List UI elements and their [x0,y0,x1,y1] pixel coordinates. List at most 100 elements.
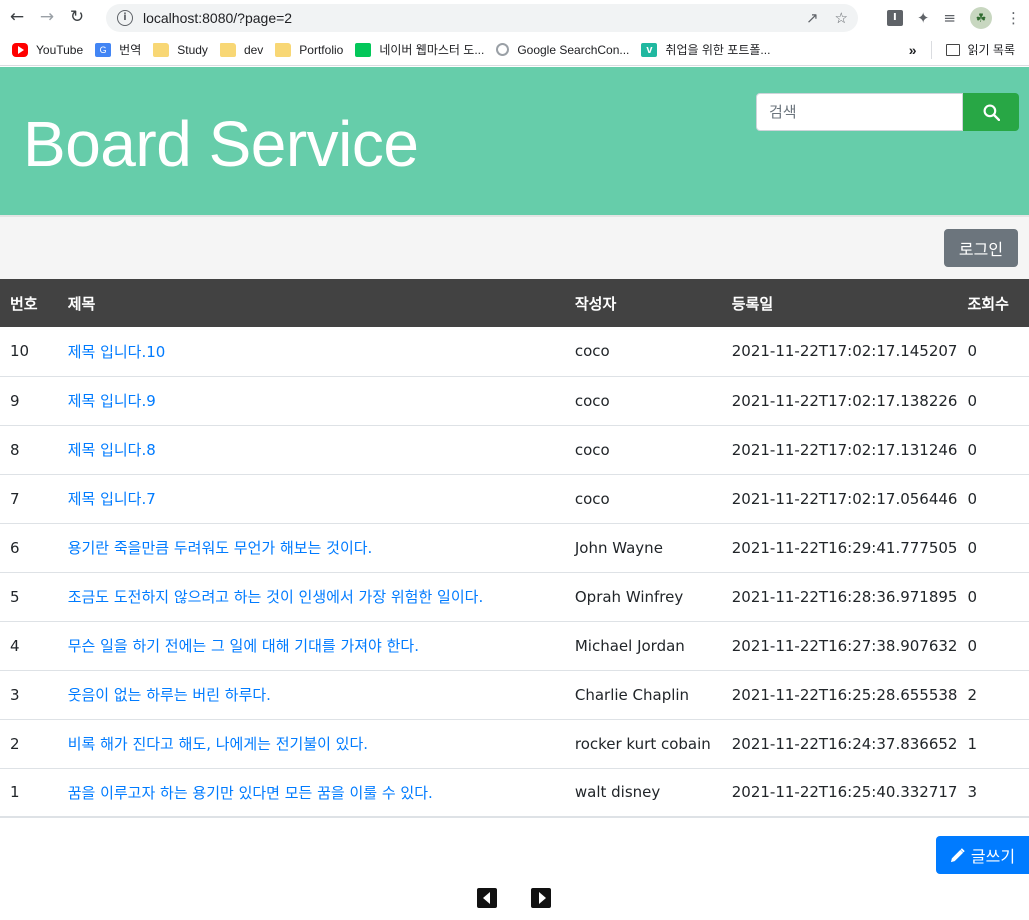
write-button[interactable]: 글쓰기 [936,836,1029,874]
extension-i-icon[interactable]: I [886,10,903,26]
bookmark-dev[interactable]: dev [219,42,263,57]
header-title: 제목 [67,294,96,313]
bookmarks-bar: YouTube G 번역 Study dev Portfolio 네이버 웹마스터… [0,34,1029,66]
cell-title: 제목 입니다.9 [58,376,565,425]
cell-views: 0 [967,342,978,361]
cell-date: 2021-11-22T17:02:17.145207 [731,342,958,361]
cell-number: 6 [10,538,20,557]
menu-kebab-icon[interactable]: ⋮ [1006,9,1021,27]
cell-date: 2021-11-22T17:02:17.056446 [731,489,958,508]
post-title-link[interactable]: 제목 입니다.10 [68,343,166,361]
cell-title: 무슨 일을 하기 전에는 그 일에 대해 기대를 가져야 한다. [58,621,565,670]
cell-author: Charlie Chaplin [574,685,690,704]
cell-number: 1 [10,783,20,802]
post-title-link[interactable]: 제목 입니다.8 [68,441,156,459]
browser-toolbar: ← → ↻ i localhost:8080/?page=2 ↗ ☆ I ✦ ≡… [0,0,1029,34]
table-header-row: 번호 제목 작성자 등록일 조회수 [0,279,1029,327]
folder-icon [219,42,236,57]
table-row: 10 제목 입니다.10 coco 2021-11-22T17:02:17.14… [0,327,1029,376]
reading-list-button[interactable]: 읽기 목록 [945,41,1015,58]
cell-author: coco [574,391,610,410]
more-bookmarks-button[interactable]: » [909,42,917,58]
post-title-link[interactable]: 꿈을 이루고자 하는 용기만 있다면 모든 꿈을 이룰 수 있다. [68,784,433,802]
cell-number: 8 [10,440,20,459]
bookmark-google-search-console[interactable]: Google SearchCon... [496,43,629,57]
site-info-icon[interactable]: i [117,10,133,26]
header-author: 작성자 [574,294,617,313]
post-title-link[interactable]: 제목 입니다.9 [68,392,156,410]
bookmark-translate[interactable]: G 번역 [95,41,141,58]
bookmark-portfolio-job[interactable]: v 취업을 위한 포트폴... [641,41,770,58]
login-button[interactable]: 로그인 [944,229,1018,267]
naver-icon [355,42,372,57]
page-title: Board Service [23,108,419,180]
cell-author: John Wayne [574,538,663,557]
table-row: 4 무슨 일을 하기 전에는 그 일에 대해 기대를 가져야 한다. Micha… [0,621,1029,670]
cell-date: 2021-11-22T16:24:37.836652 [731,734,958,753]
folder-icon [275,42,292,57]
table-row: 3 웃음이 없는 하루는 버린 하루다. Charlie Chaplin 202… [0,670,1029,719]
cell-title: 웃음이 없는 하루는 버린 하루다. [58,670,565,719]
post-title-link[interactable]: 제목 입니다.7 [68,490,156,508]
bookmark-star-icon[interactable]: ☆ [835,9,848,27]
pagination [477,888,551,908]
write-button-label: 글쓰기 [970,847,1016,866]
post-title-link[interactable]: 용기란 죽을만큼 두려워도 무언가 해보는 것이다. [68,539,373,557]
cell-title: 제목 입니다.8 [58,425,565,474]
cell-author: Michael Jordan [574,636,685,655]
bookmark-youtube[interactable]: YouTube [12,42,83,57]
cell-title: 조금도 도전하지 않으려고 하는 것이 인생에서 가장 위험한 일이다. [58,572,565,621]
prev-page-icon[interactable] [477,888,497,908]
search-input[interactable] [756,93,963,131]
cell-number: 2 [10,734,20,753]
browser-chrome: ← → ↻ i localhost:8080/?page=2 ↗ ☆ I ✦ ≡… [0,0,1029,66]
youtube-icon [12,42,28,57]
cell-number: 7 [10,489,20,508]
post-title-link[interactable]: 비록 해가 진다고 해도, 나에게는 전기불이 있다. [68,735,368,753]
table-row: 8 제목 입니다.8 coco 2021-11-22T17:02:17.1312… [0,425,1029,474]
cell-author: walt disney [574,783,661,802]
cell-number: 10 [10,342,30,361]
table-row: 7 제목 입니다.7 coco 2021-11-22T17:02:17.0564… [0,474,1029,523]
cell-author: rocker kurt cobain [574,734,711,753]
search-icon [983,104,1000,121]
post-title-link[interactable]: 무슨 일을 하기 전에는 그 일에 대해 기대를 가져야 한다. [68,637,419,655]
address-bar[interactable]: i localhost:8080/?page=2 ↗ ☆ [106,4,858,32]
cell-date: 2021-11-22T17:02:17.131246 [731,440,958,459]
vimeo-icon: v [641,42,658,57]
cell-author: coco [574,440,610,459]
reload-icon[interactable]: ↻ [64,4,90,30]
cell-number: 5 [10,587,20,606]
post-title-link[interactable]: 조금도 도전하지 않으려고 하는 것이 인생에서 가장 위험한 일이다. [68,588,484,606]
cell-views: 0 [967,391,978,410]
cell-views: 0 [967,440,978,459]
search-button[interactable] [963,93,1019,131]
table-row: 9 제목 입니다.9 coco 2021-11-22T17:02:17.1382… [0,376,1029,425]
cell-author: coco [574,489,610,508]
table-row: 1 꿈을 이루고자 하는 용기만 있다면 모든 꿈을 이룰 수 있다. walt… [0,768,1029,817]
profile-avatar[interactable]: ☘ [970,7,992,29]
post-title-link[interactable]: 웃음이 없는 하루는 버린 하루다. [68,686,271,704]
extensions-puzzle-icon[interactable]: ✦ [917,9,930,27]
cell-views: 1 [967,734,978,753]
cell-views: 0 [967,636,978,655]
back-icon[interactable]: ← [4,4,30,30]
next-page-icon[interactable] [531,888,551,908]
cell-author: Oprah Winfrey [574,587,684,606]
cell-views: 0 [967,587,978,606]
share-icon[interactable]: ↗ [806,9,819,27]
pencil-icon [950,847,965,862]
cell-number: 3 [10,685,20,704]
cell-date: 2021-11-22T16:28:36.971895 [731,587,958,606]
forward-icon[interactable]: → [34,4,60,30]
address-url[interactable]: localhost:8080/?page=2 [143,10,292,26]
folder-icon [153,42,170,57]
bookmark-naver-webmaster[interactable]: 네이버 웹마스터 도... [355,41,484,58]
cell-title: 제목 입니다.10 [58,327,565,376]
cell-date: 2021-11-22T16:27:38.907632 [731,636,958,655]
cell-title: 제목 입니다.7 [58,474,565,523]
cell-views: 0 [967,489,978,508]
bookmark-study[interactable]: Study [153,42,208,57]
bookmark-portfolio[interactable]: Portfolio [275,42,343,57]
media-control-icon[interactable]: ≡ [943,9,956,27]
